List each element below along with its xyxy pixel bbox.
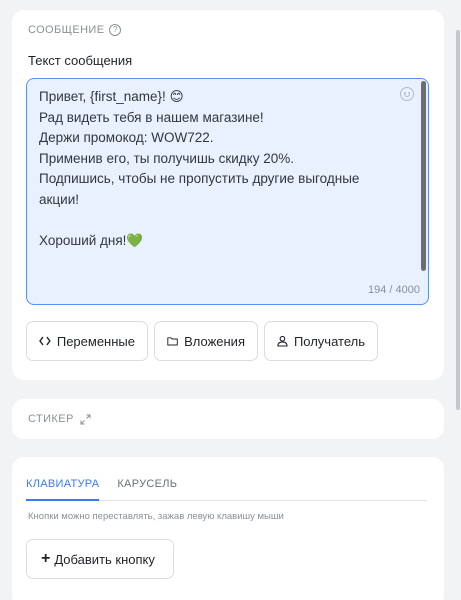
sticker-section-header[interactable]: СТИКЕР: [28, 413, 91, 425]
user-icon: [277, 335, 288, 347]
folder-icon: [167, 337, 178, 346]
attachments-button[interactable]: Вложения: [154, 321, 258, 361]
recipient-button[interactable]: Получатель: [264, 321, 378, 361]
tab-carousel[interactable]: КАРУСЕЛЬ: [117, 475, 177, 501]
message-card: СООБЩЕНИЕ ? Текст сообщения Привет, {fir…: [12, 10, 444, 380]
tab-keyboard[interactable]: КЛАВИАТУРА: [26, 475, 100, 501]
message-textarea[interactable]: Привет, {first_name}! 😊 Рад видеть тебя …: [26, 78, 429, 305]
keyboard-card: КЛАВИАТУРА КАРУСЕЛЬ Кнопки можно переста…: [12, 457, 444, 600]
help-circle-icon[interactable]: ?: [109, 24, 122, 36]
page-scrollbar-thumb[interactable]: [456, 30, 460, 410]
attachments-button-label: Вложения: [184, 333, 245, 349]
variables-button[interactable]: Переменные: [26, 321, 148, 361]
plus-icon: +: [41, 550, 51, 567]
emoji-smile-icon[interactable]: [400, 87, 414, 101]
code-brackets-icon: [39, 336, 51, 346]
variables-button-label: Переменные: [56, 333, 135, 349]
sticker-card[interactable]: СТИКЕР: [12, 399, 444, 439]
recipient-button-label: Получатель: [293, 333, 365, 349]
textarea-scrollbar[interactable]: [421, 81, 426, 271]
message-text-content[interactable]: Привет, {first_name}! 😊 Рад видеть тебя …: [39, 87, 399, 251]
add-button-button[interactable]: + Добавить кнопку: [26, 539, 174, 579]
keyboard-tabs: КЛАВИАТУРА КАРУСЕЛЬ: [26, 475, 427, 501]
sticker-section-title: СТИКЕР: [28, 413, 74, 425]
message-section-title: СООБЩЕНИЕ: [28, 24, 105, 36]
character-counter: 194 / 4000: [368, 284, 420, 296]
expand-arrows-icon[interactable]: [80, 414, 91, 425]
message-actions: Переменные Вложения Получатель: [26, 321, 378, 361]
keyboard-hint: Кнопки можно переставлять, зажав левую к…: [28, 511, 284, 522]
message-section-header: СООБЩЕНИЕ ?: [28, 24, 122, 36]
add-button-label: Добавить кнопку: [54, 551, 155, 567]
page-scrollbar[interactable]: [455, 0, 461, 600]
message-text-label: Текст сообщения: [28, 53, 133, 68]
